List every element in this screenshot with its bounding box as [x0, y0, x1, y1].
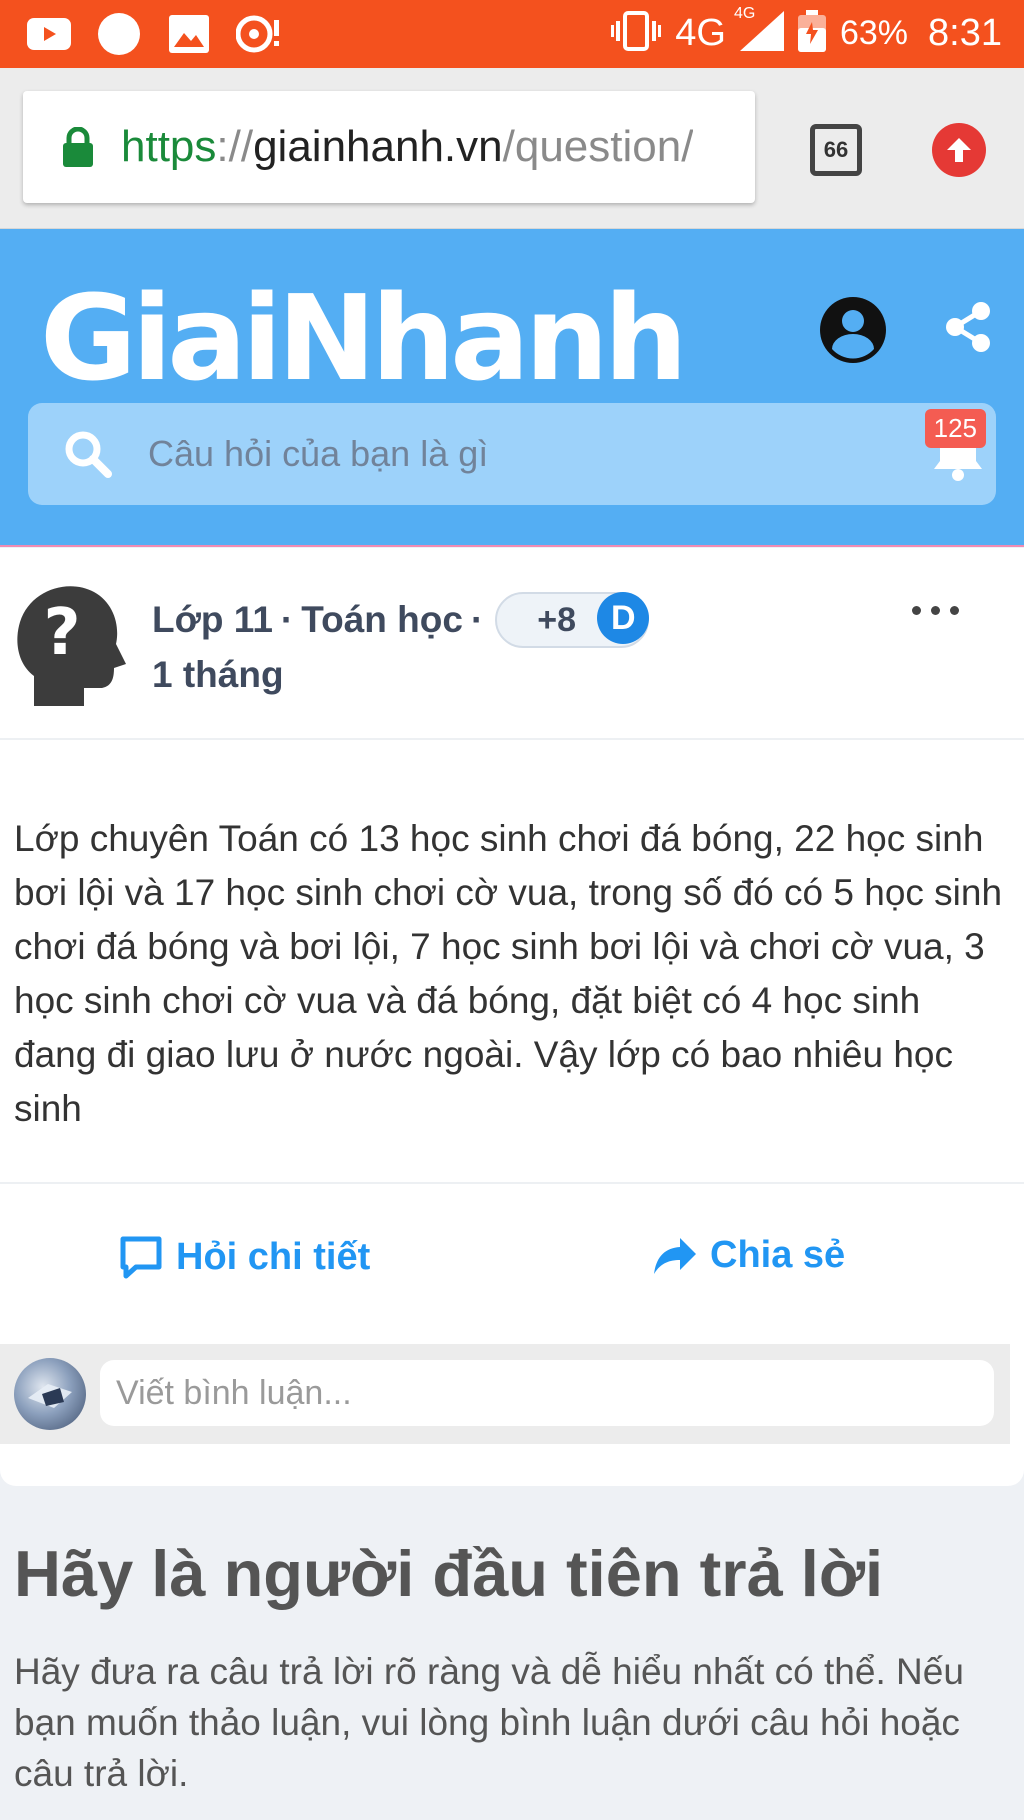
comment-input[interactable] — [100, 1360, 994, 1426]
divider — [0, 738, 1024, 740]
youtube-icon — [26, 12, 72, 56]
arrow-up-icon — [947, 138, 971, 162]
ask-detail-button[interactable]: Hỏi chi tiết — [118, 1234, 370, 1280]
search-icon — [62, 428, 114, 480]
question-actions: Hỏi chi tiết Chia sẻ — [0, 1234, 1024, 1324]
browser-toolbar: https://giainhanh.vn/question/ 66 — [0, 68, 1024, 229]
battery-percent: 63% — [839, 14, 909, 52]
lock-icon — [61, 126, 95, 167]
grade-label[interactable]: Lớp 11 — [152, 599, 273, 641]
clock: 8:31 — [928, 12, 1002, 54]
status-bar-system: 4G 4G 63% 8:31 — [611, 5, 1002, 57]
comment-icon — [120, 1236, 162, 1279]
notification-bell[interactable]: 125 — [924, 409, 986, 481]
url-separator: :// — [216, 122, 254, 171]
site-header: GiaiNhanh 125 — [0, 229, 1024, 547]
points-pill: +8 D — [495, 592, 650, 648]
network-type: 4G — [675, 12, 726, 54]
cast-icon — [236, 12, 282, 56]
meta-separator: · — [280, 599, 294, 640]
answer-prompt-description: Hãy đưa ra câu trả lời rõ ràng và dễ hiể… — [14, 1651, 964, 1794]
battery-icon — [797, 10, 826, 57]
share-arrow-icon — [654, 1237, 696, 1274]
more-options-button[interactable] — [912, 600, 972, 620]
anonymous-user-avatar[interactable]: ? — [10, 578, 128, 708]
question-card: ? Lớp 11 · Toán học · +8 D 1 tháng Lớp c… — [0, 548, 1024, 1486]
points-value: +8 — [537, 600, 577, 639]
dot — [950, 605, 959, 615]
tab-switcher-button[interactable]: 66 — [810, 124, 862, 176]
notification-count-badge: 125 — [924, 409, 986, 448]
question-text: Lớp chuyên Toán có 13 học sinh chơi đá b… — [14, 818, 1003, 1129]
circle-icon — [96, 12, 142, 56]
network-type-small: 4G — [733, 5, 756, 22]
image-icon — [166, 12, 212, 56]
share-button[interactable]: Chia sẻ — [652, 1234, 845, 1277]
comment-bar — [0, 1344, 1010, 1444]
account-icon[interactable] — [818, 295, 888, 365]
search-input[interactable] — [146, 432, 850, 476]
question-head-icon: ? — [17, 586, 126, 706]
svg-text:?: ? — [43, 596, 80, 670]
dot — [931, 605, 940, 615]
vibrate-icon — [611, 11, 662, 56]
points-badge: D — [597, 592, 650, 644]
question-meta: Lớp 11 · Toán học · +8 D — [152, 592, 650, 648]
subject-label[interactable]: Toán học — [301, 599, 463, 641]
status-bar: 4G 4G 63% 8:31 — [0, 0, 1024, 68]
status-bar-notifications — [26, 12, 282, 56]
search-bar[interactable]: 125 — [28, 403, 996, 505]
share-icon[interactable] — [943, 301, 993, 353]
tab-count: 66 — [823, 137, 849, 162]
url-scheme: https — [121, 122, 217, 171]
address-bar[interactable]: https://giainhanh.vn/question/ — [23, 91, 755, 203]
url-text[interactable]: https://giainhanh.vn/question/ — [121, 122, 693, 172]
url-path: /question/ — [502, 122, 694, 171]
answer-prompt-title: Hãy là người đầu tiên trả lời — [14, 1537, 884, 1610]
ask-detail-label: Hỏi chi tiết — [176, 1235, 371, 1278]
meta-separator: · — [470, 599, 484, 640]
upload-button[interactable] — [932, 123, 986, 177]
share-label: Chia sẻ — [710, 1234, 846, 1276]
question-time: 1 tháng — [152, 654, 284, 695]
dot — [912, 605, 921, 615]
site-logo[interactable]: GiaiNhanh — [40, 269, 688, 407]
user-avatar[interactable] — [14, 1358, 86, 1430]
signal-icon: 4G — [734, 5, 784, 56]
divider — [0, 1182, 1024, 1184]
url-host: giainhanh.vn — [253, 122, 503, 171]
